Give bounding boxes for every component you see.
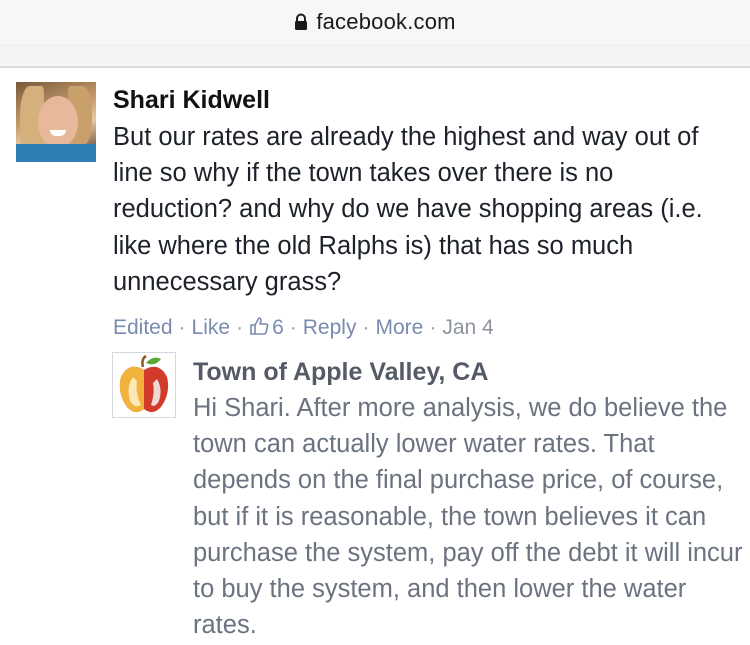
comment-body: Shari Kidwell But our rates are already … [113,82,738,342]
url-domain: facebook.com [316,9,456,34]
apple-logo-avatar[interactable] [112,352,176,418]
like-count[interactable]: 6 [249,314,284,342]
separator: · [429,316,437,340]
comment-text: But our rates are already the highest an… [113,123,703,296]
comment-date[interactable]: Jan 4 [442,314,493,342]
comment-actions: Edited · Like · 6 · Reply · More · Jan 4 [113,314,738,342]
reply-link[interactable]: Reply [303,314,357,342]
separator: · [289,316,297,340]
like-link[interactable]: Like [192,314,231,342]
separator: · [362,316,370,340]
reply-body: Town of Apple Valley, CA Hi Shari. After… [193,356,750,643]
reply-author[interactable]: Town of Apple Valley, CA [193,356,750,388]
reply-text: Hi Shari. After more analysis, we do bel… [193,394,743,640]
like-count-value: 6 [272,316,284,340]
separator: · [236,316,244,340]
more-link[interactable]: More [375,314,423,342]
edited-link[interactable]: Edited [113,314,173,342]
apple-logo-icon [119,354,169,413]
thumbs-up-icon [249,316,269,336]
separator: · [178,316,186,340]
avatar[interactable] [16,82,96,162]
page-top-edge [0,44,750,68]
browser-url-bar[interactable]: facebook.com [0,0,750,44]
lock-icon [294,13,308,31]
comment-author[interactable]: Shari Kidwell [113,82,738,118]
